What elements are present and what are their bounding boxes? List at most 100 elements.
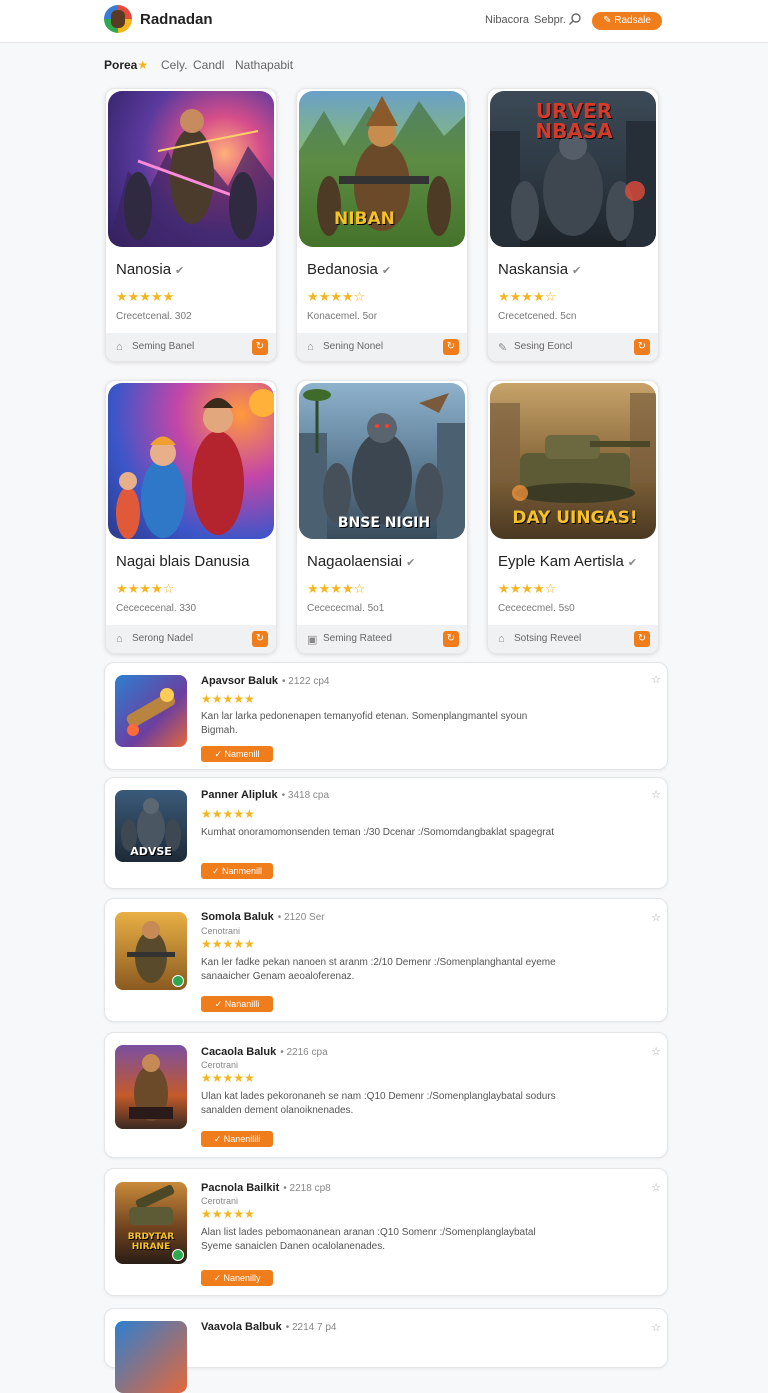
filter-4[interactable]: Nathapabit: [235, 58, 293, 72]
list-item-title: Panner Alipluk • 3418 cpa: [201, 789, 330, 801]
verified-icon: ✔: [572, 265, 582, 277]
rating-stars: ★★★★☆: [116, 581, 175, 596]
star-outline-icon[interactable]: ☆: [651, 788, 661, 801]
list-item-action-button[interactable]: ✓ Nanenilly: [201, 1270, 273, 1286]
card-open-button[interactable]: ↻: [443, 339, 459, 355]
list-item[interactable]: Vaavola Balbuk • 2214 7 p4 ☆: [104, 1308, 668, 1393]
card-meta: Cecececmel. 5s0: [498, 603, 575, 614]
list-item-action-button[interactable]: ✓ Namenill: [201, 746, 273, 762]
rating-stars: ★★★★★: [201, 1071, 255, 1085]
home-icon: ⌂: [498, 633, 505, 645]
verified-badge-icon: [172, 975, 184, 987]
card-title: Nagaolaensiai ✔: [307, 553, 416, 570]
home-icon: ⌂: [116, 341, 123, 353]
list-item-subtitle: Cerotrani: [201, 1196, 239, 1206]
rating-stars: ★★★★☆: [307, 581, 366, 596]
list-item-title: Somola Baluk • 2120 Ser: [201, 911, 325, 923]
card-footer: ⌂ Serong Nadel ↻: [106, 625, 276, 653]
list-item-title: Pacnola Bailkit • 2218 cp8: [201, 1182, 331, 1194]
star-outline-icon[interactable]: ☆: [651, 911, 661, 924]
game-thumbnail: [108, 383, 274, 539]
card-open-button[interactable]: ↻: [252, 339, 268, 355]
list-item-action-button[interactable]: ✓ Nanenilili: [201, 1131, 273, 1147]
card-meta: Cecececenal. 330: [116, 603, 197, 614]
list-thumbnail: [115, 675, 187, 747]
list-item-subtitle: Cenotrani: [201, 926, 241, 936]
list-item-description: Kumhat onoramomonsenden teman :/30 Dcena…: [201, 827, 554, 838]
list-item-title: Apavsor Baluk • 2122 cp4: [201, 675, 330, 687]
nav-link-2[interactable]: Sebpr.: [534, 14, 566, 26]
star-outline-icon[interactable]: ☆: [651, 673, 661, 686]
pencil-icon: ✎: [498, 342, 508, 354]
game-card[interactable]: URVER NBASA Naskansia ✔ ★★★★☆ Crecetcened…: [487, 88, 659, 362]
list-item-description: Ulan kat lades pekoronaneh se nam :Q10 D…: [201, 1091, 556, 1116]
card-footer: ✎ Sesing Eoncl ↻: [488, 333, 658, 361]
card-title: Nagai blais Danusia: [116, 553, 250, 570]
star-outline-icon[interactable]: ☆: [651, 1321, 661, 1334]
brand-logo[interactable]: [104, 5, 132, 33]
game-card[interactable]: Nanosia ✔ ★★★★★ Crecetcenal. 302 ⌂ Seming…: [105, 88, 277, 362]
header-action-button[interactable]: ✎ Radsale: [592, 12, 662, 30]
star-outline-icon[interactable]: ☆: [651, 1181, 661, 1194]
thumbnail-title-art: NIBAN: [334, 209, 395, 229]
list-item[interactable]: ADVSE Panner Alipluk • 3418 cpa ★★★★★ Kum…: [104, 777, 668, 889]
list-thumbnail: ADVSE: [115, 790, 187, 862]
list-item[interactable]: Cacaola Baluk • 2216 cpa Cerotrani ★★★★★ …: [104, 1032, 668, 1158]
card-footer-label: Seming Rateed: [323, 633, 392, 644]
top-bar: Radnadan Nibacora Sebpr. ✎ Radsale: [0, 0, 768, 43]
verified-icon: ✔: [406, 557, 416, 569]
card-open-button[interactable]: ↻: [634, 631, 650, 647]
list-item-title: Vaavola Balbuk • 2214 7 p4: [201, 1321, 337, 1333]
game-thumbnail: BNSE NIGIH: [299, 383, 465, 539]
grid-icon: ▣: [307, 634, 318, 646]
brand-name[interactable]: Radnadan: [140, 11, 213, 28]
home-icon: ⌂: [116, 633, 123, 645]
game-card[interactable]: DAY UINGAS! Eyple Kam Aertisla ✔ ★★★★☆ Ce…: [487, 380, 659, 654]
card-open-button[interactable]: ↻: [634, 339, 650, 355]
list-item-action-button[interactable]: ✓ Nananilli: [201, 996, 273, 1012]
star-outline-icon[interactable]: ☆: [651, 1045, 661, 1058]
card-footer-label: Sening Nonel: [323, 341, 384, 352]
search-icon[interactable]: [568, 12, 582, 26]
card-meta: Crecetcened. 5cn: [498, 311, 577, 322]
game-thumbnail: NIBAN: [299, 91, 465, 247]
game-card[interactable]: Nagai blais Danusia ★★★★☆ Cecececenal. 3…: [105, 380, 277, 654]
list-item-subtitle: Cerotrani: [201, 1060, 239, 1070]
rating-stars: ★★★★☆: [307, 289, 366, 304]
list-item[interactable]: BRDYTAR HIRANE Pacnola Bailkit • 2218 cp8…: [104, 1168, 668, 1296]
card-open-button[interactable]: ↻: [443, 631, 459, 647]
card-footer: ⌂ Sotsing Reveel ↻: [488, 625, 658, 653]
rating-stars: ★★★★☆: [498, 289, 557, 304]
rating-stars: ★★★★★: [201, 937, 255, 951]
filter-3[interactable]: Candl: [193, 58, 224, 72]
nav-link-1[interactable]: Nibacora: [485, 14, 529, 26]
thumbnail-title-art: DAY UINGAS!: [512, 508, 638, 528]
card-meta: Konacemel. 5or: [307, 311, 378, 322]
list-item[interactable]: Apavsor Baluk • 2122 cp4 ★★★★★ Kan lar la…: [104, 662, 668, 770]
list-thumbnail: BRDYTAR HIRANE: [115, 1182, 187, 1264]
card-footer-label: Sesing Eoncl: [514, 341, 573, 352]
game-thumbnail: DAY UINGAS!: [490, 383, 656, 539]
filter-popular[interactable]: Porea★: [104, 58, 148, 72]
home-icon: ⌂: [307, 341, 314, 353]
rating-stars: ★★★★★: [201, 1207, 255, 1221]
card-title: Eyple Kam Aertisla ✔: [498, 553, 638, 570]
card-footer: ▣ Seming Rateed ↻: [297, 625, 467, 653]
list-item-description: Alan list lades pebomaonanean aranan :Q1…: [201, 1227, 536, 1252]
filter-popular-label: Porea: [104, 58, 138, 72]
verified-icon: ✔: [381, 265, 392, 277]
verified-icon: ✔: [175, 265, 185, 277]
card-title: Naskansia ✔: [498, 261, 582, 278]
card-title: Bedanosia ✔: [307, 261, 392, 278]
game-card[interactable]: NIBAN Bedanosia ✔ ★★★★☆ Konacemel. 5or ⌂ …: [296, 88, 468, 362]
game-card[interactable]: BNSE NIGIH Nagaolaensiai ✔ ★★★★☆ Cecececm…: [296, 380, 468, 654]
filter-2[interactable]: Cely.: [161, 58, 187, 72]
game-thumbnail: [108, 91, 274, 247]
list-item[interactable]: Somola Baluk • 2120 Ser Cenotrani ★★★★★ K…: [104, 898, 668, 1022]
rating-stars: ★★★★★: [201, 807, 255, 821]
card-open-button[interactable]: ↻: [252, 631, 268, 647]
card-footer-label: Serong Nadel: [132, 633, 194, 644]
card-footer: ⌂ Seming Banel ↻: [106, 333, 276, 361]
header-action-label: Radsale: [614, 15, 651, 26]
list-item-action-button[interactable]: ✓ Nanmenill: [201, 863, 273, 879]
